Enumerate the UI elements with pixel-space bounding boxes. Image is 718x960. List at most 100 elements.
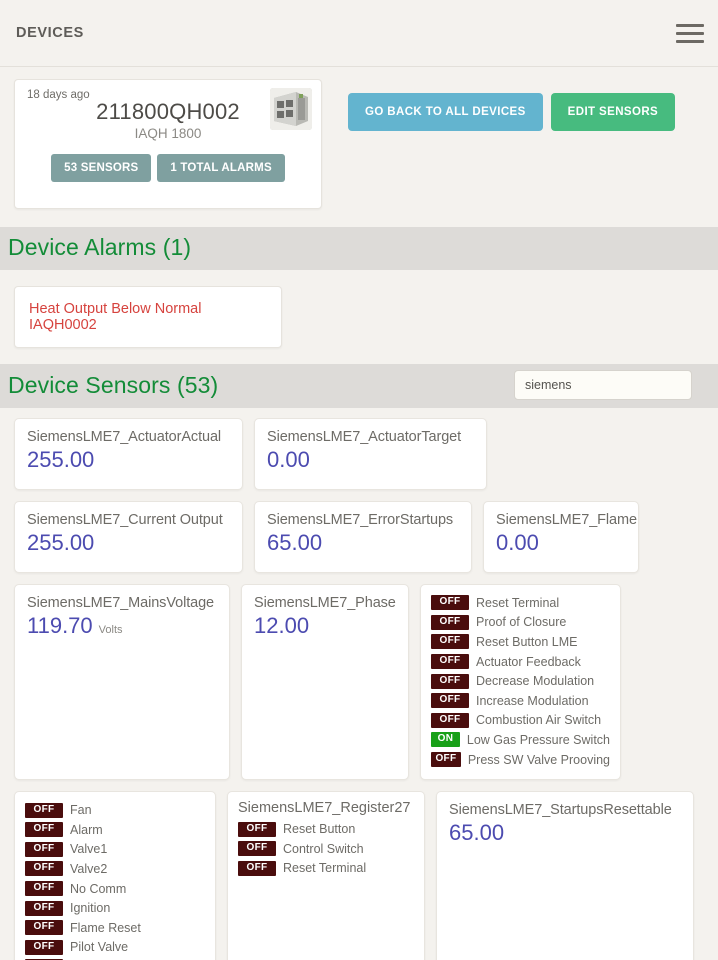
- status-row: OFF Combustion Air Switch: [431, 711, 610, 731]
- device-card[interactable]: 18 days ago 211800QH002 IAQH 1800 53 SEN…: [14, 79, 322, 209]
- sensor-card[interactable]: SiemensLME7_Phase 12.00: [241, 584, 409, 780]
- sensor-row: SiemensLME7_ActuatorActual 255.00 SiemensL…: [0, 418, 718, 501]
- sensor-card[interactable]: SiemensLME7_ActuatorActual 255.00: [14, 418, 243, 490]
- status-label: Increase Modulation: [476, 693, 589, 708]
- app-root: DEVICES 18 days ago 211800QH002 IAQH 180…: [0, 0, 718, 960]
- status-row: OFF Flame Reset: [25, 918, 205, 938]
- status-row: OFF Valve1: [25, 840, 205, 860]
- sensor-name: SiemensLME7_ActuatorTarget: [267, 429, 462, 445]
- status-row: ON Low Gas Pressure Switch: [431, 730, 610, 750]
- status-row: OFF Fan: [25, 800, 205, 820]
- sensor-value: 12.00: [254, 613, 310, 638]
- status-label: Pilot Valve: [70, 940, 129, 955]
- device-model: IAQH 1800: [134, 126, 202, 141]
- sensor-value: 65.00: [449, 820, 505, 846]
- sensor-value-wrap: 119.70 Volts: [27, 613, 217, 639]
- sensor-value-wrap: 0.00: [267, 447, 474, 473]
- status-badge: OFF: [25, 939, 63, 955]
- status-row: OFF Ignition: [25, 898, 205, 918]
- sensor-name: SiemensLME7_Phase: [254, 595, 396, 611]
- sensor-row: SiemensLME7_Current Output 255.00 SiemensL…: [0, 501, 718, 584]
- status-label: Combustion Air Switch: [476, 713, 602, 728]
- status-badge: OFF: [238, 860, 276, 876]
- status-label: Valve1: [70, 842, 108, 857]
- device-sensors-header: Device Sensors (53): [0, 364, 718, 408]
- status-label: Proof of Closure: [476, 615, 567, 630]
- alarm-text: Heat Output Below Normal IAQH0002: [29, 301, 202, 333]
- status-row: OFF Reset Button LME: [431, 632, 610, 652]
- page-title: DEVICES: [16, 25, 84, 41]
- status-row: OFF Actuator Feedback: [431, 652, 610, 672]
- status-badge: OFF: [431, 712, 469, 728]
- sensor-value: 65.00: [267, 530, 323, 555]
- device-alarms-body: Heat Output Below Normal IAQH0002: [0, 270, 718, 364]
- status-label: Decrease Modulation: [476, 674, 595, 689]
- sensor-value: 255.00: [27, 447, 95, 472]
- status-label: Reset Terminal: [283, 861, 367, 876]
- sensor-value-wrap: 12.00: [254, 613, 396, 639]
- status-row: OFF Reset Button: [238, 819, 414, 839]
- sensor-card[interactable]: SiemensLME7_Register27 OFF Reset Button OFF…: [227, 791, 425, 960]
- device-alarms-header: Device Alarms (1): [0, 227, 718, 270]
- sensor-value-wrap: 255.00: [27, 530, 230, 556]
- edit-sensors-button[interactable]: EDIT SENSORS: [550, 93, 676, 131]
- sensors-grid: SiemensLME7_ActuatorActual 255.00 SiemensL…: [0, 408, 718, 960]
- top-bar: DEVICES: [0, 0, 718, 67]
- status-badge: OFF: [25, 881, 63, 897]
- status-badge: OFF: [431, 673, 469, 689]
- status-badge: OFF: [25, 861, 63, 877]
- sensor-card[interactable]: SiemensLME7_ErrorStartups 65.00: [254, 501, 472, 573]
- status-badge: OFF: [431, 634, 469, 650]
- alarm-card[interactable]: Heat Output Below Normal IAQH0002: [14, 286, 282, 348]
- sensor-value: 119.70: [27, 613, 93, 638]
- sensors-count-badge[interactable]: 53 SENSORS: [51, 154, 152, 182]
- status-row: OFF Reset Terminal: [238, 859, 414, 879]
- status-badge: OFF: [25, 802, 63, 818]
- status-badge: OFF: [238, 821, 276, 837]
- sensor-value-wrap: 65.00: [267, 530, 459, 556]
- sensor-card[interactable]: OFF Reset Terminal OFF Proof of Closure OFF R…: [420, 584, 621, 781]
- status-row: OFF Decrease Modulation: [431, 671, 610, 691]
- hamburger-menu-icon[interactable]: [676, 24, 704, 43]
- sensor-card[interactable]: SiemensLME7_StartupsResettable 65.00: [436, 791, 694, 960]
- device-alarms-title: Device Alarms (1): [8, 234, 192, 260]
- sensor-name: SiemensLME7_MainsVoltage: [27, 595, 215, 611]
- status-row: OFF No Comm: [25, 879, 205, 899]
- sensor-card[interactable]: SiemensLME7_Flame 0.00: [483, 501, 639, 573]
- sensor-name: SiemensLME7_ErrorStartups: [267, 512, 454, 528]
- status-badge: OFF: [25, 841, 63, 857]
- top-action-buttons: GO BACK TO ALL DEVICES EDIT SENSORS: [348, 79, 676, 131]
- sensor-card[interactable]: SiemensLME7_ActuatorTarget 0.00: [254, 418, 487, 490]
- status-label: Ignition: [70, 901, 111, 916]
- status-badge: OFF: [431, 614, 469, 630]
- sensor-value-wrap: 65.00: [449, 820, 681, 846]
- sensor-card[interactable]: SiemensLME7_Current Output 255.00: [14, 501, 243, 573]
- sensor-value-wrap: 0.00: [496, 530, 626, 556]
- sensor-card[interactable]: SiemensLME7_MainsVoltage 119.70 Volts: [14, 584, 230, 780]
- go-back-to-all-devices-button[interactable]: GO BACK TO ALL DEVICES: [348, 93, 543, 131]
- status-row: OFF Alarm: [25, 820, 205, 840]
- status-label: Low Gas Pressure Switch: [466, 732, 610, 747]
- status-badge: OFF: [238, 841, 276, 857]
- alarms-count-badge[interactable]: 1 TOTAL ALARMS: [157, 154, 285, 182]
- sensor-card[interactable]: OFF Fan OFF Alarm OFF Valve1 OFF Valve2 OFF No Co…: [14, 791, 216, 960]
- sensor-row: OFF Fan OFF Alarm OFF Valve1 OFF Valve2 OFF No Co…: [0, 791, 718, 960]
- status-badge: ON: [431, 732, 460, 748]
- sensor-search-input[interactable]: [514, 370, 692, 400]
- status-badge: OFF: [431, 752, 461, 768]
- status-badge: OFF: [431, 595, 469, 611]
- status-label: Flame Reset: [70, 920, 141, 935]
- status-label: Fan: [70, 803, 92, 818]
- status-list: OFF Fan OFF Alarm OFF Valve1 OFF Valve2 OFF No Co…: [25, 800, 205, 960]
- sensor-value: 255.00: [27, 530, 95, 555]
- status-label: No Comm: [70, 881, 127, 896]
- device-summary: 18 days ago 211800QH002 IAQH 1800 53 SEN…: [0, 67, 718, 227]
- sensor-name: SiemensLME7_Flame: [496, 512, 637, 528]
- status-badge: OFF: [25, 822, 63, 838]
- sensor-value: 0.00: [267, 447, 310, 472]
- status-label: Reset Terminal: [476, 595, 560, 610]
- status-row: OFF Control Switch: [238, 839, 414, 859]
- sensor-name: SiemensLME7_Register27: [238, 800, 411, 817]
- status-row: OFF Valve2: [25, 859, 205, 879]
- status-badge: OFF: [25, 900, 63, 916]
